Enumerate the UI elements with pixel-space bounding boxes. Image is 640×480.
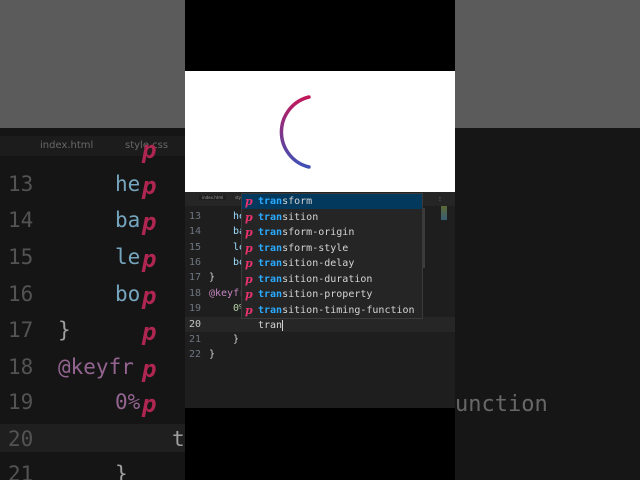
property-icon: p [245,303,253,317]
suggestion-rest: sition [282,211,319,223]
spinner-arc-icon [279,95,311,169]
typed-text-value: tran [258,320,283,331]
suggestion-label: transition-timing-function [258,303,415,318]
suggestion-rest: sition-timing-function [282,304,415,316]
line-code: } [209,349,216,360]
browser-preview [185,71,455,192]
suggestion-match: tran [258,258,283,269]
suggestion-rest: sform-style [282,242,349,254]
property-icon: p [245,210,253,224]
line-number: 14 [188,226,201,237]
suggestion-item[interactable]: p transform-origin [242,225,422,240]
typed-text[interactable]: tran [258,318,284,333]
suggestion-label: transform-style [258,241,348,256]
code-line[interactable]: 22 } [185,347,455,362]
editor-actions-icon[interactable]: ⁝ [439,196,441,203]
property-icon: p [245,272,253,286]
suggestion-label: transition [258,210,318,225]
suggestion-rest: sform-origin [282,227,355,238]
suggestion-item[interactable]: p transition-timing-function [242,303,422,318]
suggestion-item[interactable]: p transition-duration [242,272,422,287]
suggestion-match: tran [258,211,283,223]
video-frame: index.html style.css ⁝ 13 he 14 ba 15 le… [185,0,455,480]
suggestion-item[interactable]: p transition-property [242,287,422,302]
line-number: 22 [188,349,201,360]
suggestion-label: transform [258,194,312,209]
suggestion-match: tran [258,227,283,238]
suggestion-item[interactable]: p transition [242,210,422,225]
suggestion-rest: sition-property [282,289,373,300]
line-number: 15 [188,242,201,253]
line-number: 21 [188,334,201,345]
tab-index-html[interactable]: index.html [199,195,227,200]
line-code: } [233,334,240,345]
suggestion-rest: sform [282,196,313,207]
line-number: 20 [188,319,201,330]
suggestion-rest: sition-duration [282,273,373,285]
property-icon: p [245,241,253,255]
code-line[interactable]: 21 } [185,332,455,347]
suggestion-item[interactable]: p transition-delay [242,256,422,271]
line-code: @keyfr [209,288,246,299]
line-number: 18 [188,288,201,299]
suggestion-match: tran [258,304,283,316]
line-number: 16 [188,257,201,268]
suggestion-rest: sition-delay [282,258,355,269]
line-code: } [209,272,216,283]
suggestion-label: transition-property [258,287,372,302]
suggestion-item[interactable]: p transform [242,194,422,209]
suggestion-item[interactable]: p transform-style [242,241,422,256]
line-number: 13 [188,211,201,222]
autocomplete-dropdown: p transform p transition p transform-ori… [241,193,423,319]
suggestion-label: transition-duration [258,272,372,287]
suggestion-match: tran [258,289,283,300]
property-icon: p [245,195,253,208]
property-icon: p [245,226,253,239]
line-number: 19 [188,303,201,314]
property-icon: p [245,257,253,270]
suggestion-label: transition-delay [258,256,354,271]
line-number: 17 [188,272,201,283]
code-line-current[interactable]: 20 [185,317,455,332]
suggestion-match: tran [258,196,283,207]
text-cursor [282,319,284,331]
suggestion-label: transform-origin [258,225,354,240]
suggestion-match: tran [258,242,283,254]
property-icon: p [245,288,253,301]
suggestion-match: tran [258,273,283,285]
